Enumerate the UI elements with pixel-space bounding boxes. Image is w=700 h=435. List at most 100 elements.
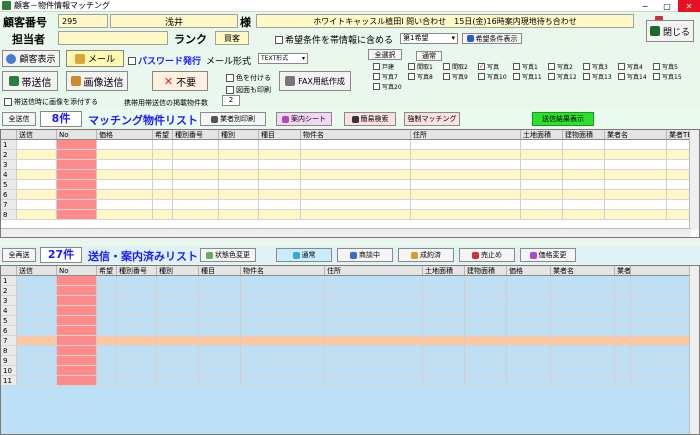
table-cell[interactable]: [615, 296, 631, 305]
table-cell[interactable]: [199, 336, 241, 345]
table-cell[interactable]: [57, 180, 97, 189]
column-header[interactable]: 種別番号: [173, 130, 219, 139]
table-cell[interactable]: [57, 286, 97, 295]
table-cell[interactable]: [259, 200, 301, 209]
table-cell[interactable]: [199, 326, 241, 335]
table-cell[interactable]: [667, 160, 691, 169]
table-cell[interactable]: [423, 306, 465, 315]
customer-display-button[interactable]: 顧客表示: [2, 50, 60, 67]
table-cell[interactable]: [57, 276, 97, 285]
table-cell[interactable]: [325, 346, 423, 355]
table-cell[interactable]: [301, 200, 411, 209]
maximize-icon[interactable]: □: [656, 0, 678, 12]
table-cell[interactable]: [605, 200, 667, 209]
table-cell[interactable]: [241, 286, 325, 295]
state-change-button[interactable]: 状態色変更: [200, 248, 256, 262]
table-cell[interactable]: [117, 366, 157, 375]
table-cell[interactable]: [173, 180, 219, 189]
table-cell[interactable]: [605, 140, 667, 149]
table-cell[interactable]: [57, 346, 97, 355]
table-cell[interactable]: [199, 306, 241, 315]
table-cell[interactable]: [325, 296, 423, 305]
table-cell[interactable]: [241, 306, 325, 315]
table-cell[interactable]: [97, 190, 153, 199]
table-cell[interactable]: [615, 286, 631, 295]
checkbox-box[interactable]: [548, 63, 555, 70]
send-all-button[interactable]: 全送信: [2, 112, 36, 126]
matching-vscroll[interactable]: [689, 130, 699, 230]
select-all-button[interactable]: 全選択: [368, 49, 402, 60]
include-condition-checkbox[interactable]: 希望条件を帯情報に含める: [275, 33, 393, 46]
image-send-button[interactable]: 画像送信: [66, 71, 128, 91]
table-cell[interactable]: [521, 150, 563, 159]
table-cell[interactable]: [465, 296, 507, 305]
table-cell[interactable]: [551, 356, 615, 365]
table-cell[interactable]: [507, 366, 551, 375]
table-cell[interactable]: [199, 366, 241, 375]
table-cell[interactable]: [411, 140, 521, 149]
table-cell[interactable]: [173, 150, 219, 159]
table-cell[interactable]: [97, 150, 153, 159]
table-row[interactable]: 1: [1, 276, 691, 286]
table-cell[interactable]: [117, 316, 157, 325]
column-header[interactable]: 業者名: [605, 130, 667, 139]
table-cell[interactable]: [325, 356, 423, 365]
table-cell[interactable]: [157, 286, 199, 295]
table-cell[interactable]: [615, 326, 631, 335]
column-header[interactable]: 送信: [17, 266, 57, 275]
table-cell[interactable]: [241, 376, 325, 385]
table-cell[interactable]: [667, 180, 691, 189]
table-cell[interactable]: [507, 306, 551, 315]
status-stopped-button[interactable]: 売止め: [459, 248, 515, 262]
table-cell[interactable]: [17, 210, 57, 219]
table-cell[interactable]: [157, 306, 199, 315]
table-cell[interactable]: [57, 140, 97, 149]
customer-name-field[interactable]: 浅井: [110, 14, 238, 28]
table-cell[interactable]: [219, 180, 259, 189]
table-cell[interactable]: [17, 286, 57, 295]
column-header[interactable]: 価格: [507, 266, 551, 275]
column-header[interactable]: 土地面積: [423, 266, 465, 275]
table-cell[interactable]: [157, 326, 199, 335]
checkbox-box[interactable]: [373, 83, 380, 90]
table-cell[interactable]: [301, 180, 411, 189]
table-cell[interactable]: [57, 376, 97, 385]
quick-search-button[interactable]: 簡易検索: [344, 112, 396, 126]
table-row[interactable]: 5: [1, 180, 691, 190]
table-cell[interactable]: [507, 316, 551, 325]
table-cell[interactable]: [563, 210, 605, 219]
table-cell[interactable]: [97, 286, 117, 295]
table-cell[interactable]: [521, 160, 563, 169]
table-row[interactable]: 3: [1, 160, 691, 170]
table-cell[interactable]: [199, 356, 241, 365]
table-cell[interactable]: [411, 160, 521, 169]
table-cell[interactable]: [241, 346, 325, 355]
checkbox-box[interactable]: ✓: [478, 63, 485, 70]
table-cell[interactable]: [241, 296, 325, 305]
checkbox-box[interactable]: [226, 74, 234, 82]
table-cell[interactable]: [563, 190, 605, 199]
category-checkbox[interactable]: 間取2: [443, 62, 468, 71]
table-row[interactable]: 2: [1, 286, 691, 296]
table-cell[interactable]: [465, 376, 507, 385]
table-cell[interactable]: [117, 296, 157, 305]
table-cell[interactable]: [507, 376, 551, 385]
table-row[interactable]: 3: [1, 296, 691, 306]
checkbox-box[interactable]: [4, 98, 12, 106]
table-cell[interactable]: [97, 296, 117, 305]
table-cell[interactable]: [301, 190, 411, 199]
color-add-checkbox[interactable]: 色を付ける: [226, 73, 271, 83]
table-cell[interactable]: [563, 160, 605, 169]
guide-sheet-button[interactable]: 案内シート: [276, 112, 332, 126]
checkbox-box[interactable]: [226, 86, 234, 94]
table-cell[interactable]: [551, 346, 615, 355]
table-cell[interactable]: [423, 356, 465, 365]
table-cell[interactable]: [605, 160, 667, 169]
obi-send-button[interactable]: 帯送信: [2, 71, 58, 91]
rank-field[interactable]: 買客: [215, 31, 249, 45]
category-checkbox[interactable]: 写真2: [548, 62, 573, 71]
table-cell[interactable]: [57, 160, 97, 169]
category-checkbox[interactable]: 写真12: [548, 72, 577, 81]
table-cell[interactable]: [57, 366, 97, 375]
category-checkbox[interactable]: 写真4: [618, 62, 643, 71]
